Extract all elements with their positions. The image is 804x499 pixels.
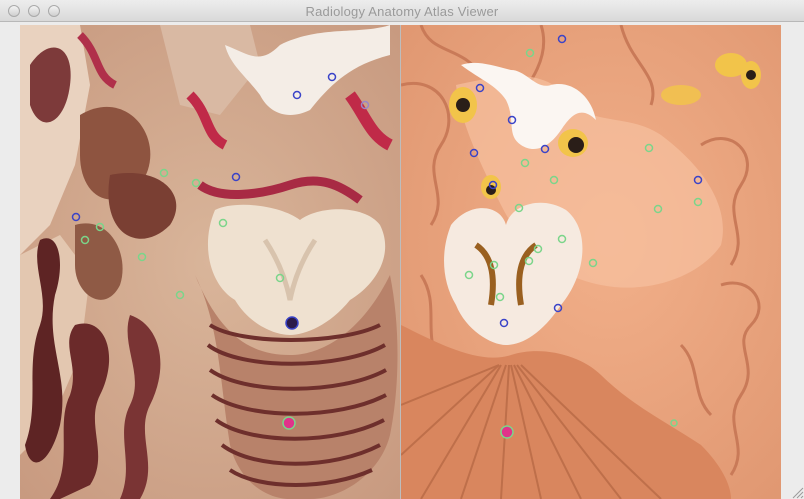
resize-grip-icon[interactable] [788,483,804,499]
axial-section-image[interactable] [401,25,781,499]
marker-point-selected[interactable] [500,425,514,439]
window-title: Radiology Anatomy Atlas Viewer [305,4,499,19]
coronal-section-image[interactable] [20,25,400,499]
title-bar[interactable]: Radiology Anatomy Atlas Viewer [0,0,804,22]
viewer-content [0,22,804,499]
app-window: Radiology Anatomy Atlas Viewer [0,0,804,499]
marker-point[interactable] [285,316,299,330]
left-image-panel[interactable] [20,25,400,499]
right-image-panel[interactable] [401,25,781,499]
marker-point-selected[interactable] [282,416,296,430]
